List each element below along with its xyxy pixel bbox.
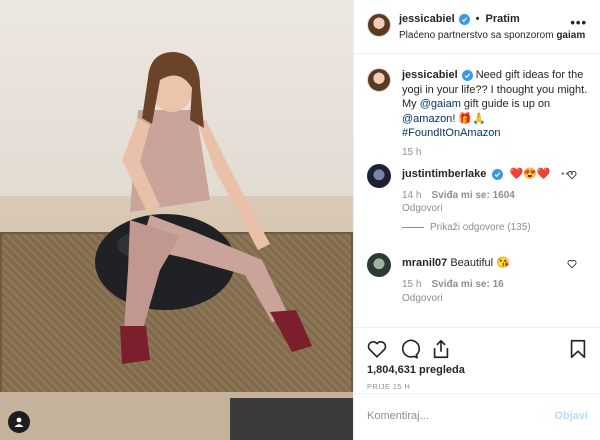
paid-partnership-line: Plaćeno partnerstvo sa sponzorom gaiam [399, 30, 585, 41]
commenter-avatar[interactable] [367, 253, 391, 277]
post-caption: jessicabiel Need gift ideas for the yogi… [402, 68, 590, 141]
reply-button[interactable]: Odgovori [402, 203, 443, 214]
reply-button[interactable]: Odgovori [402, 293, 443, 304]
author-avatar[interactable] [367, 13, 391, 37]
comment-timestamp[interactable]: 14 h [402, 190, 421, 201]
post-actions: 1,804,631 pregleda PRIJE 15 H [354, 327, 600, 393]
comment-meta: 15 h Sviđa mi se: 16 [402, 279, 504, 290]
view-replies-label[interactable]: Prikaži odgovore (135) [430, 222, 531, 233]
post-age[interactable]: PRIJE 15 H [367, 382, 410, 391]
mention-gaiam-link[interactable]: @gaiam [420, 98, 461, 110]
comment-composer: Objavi [354, 393, 600, 440]
caption-username[interactable]: jessicabiel [402, 69, 458, 81]
comment-text: Beautiful 😘 [450, 257, 510, 269]
sponsor-link[interactable]: gaiam [556, 30, 585, 41]
bookmark-icon[interactable] [567, 338, 589, 360]
post-media[interactable] [0, 0, 353, 440]
woman-on-exercise-ball-illustration [95, 52, 312, 364]
comment-likes-count[interactable]: Sviđa mi se: 16 [431, 279, 503, 290]
comment-like-heart-icon[interactable] [567, 170, 577, 180]
caption-text-part: ! 🎁🙏 [452, 112, 486, 125]
share-icon[interactable] [430, 338, 452, 360]
comment-likes-count[interactable]: Sviđa mi se: 1604 [431, 190, 514, 201]
commenter-avatar[interactable] [367, 164, 391, 188]
post-side-panel: jessicabiel • Pratim Plaćeno partnerstvo… [353, 0, 600, 440]
caption-timestamp[interactable]: 15 h [402, 147, 421, 158]
follow-button[interactable]: Pratim [486, 13, 520, 25]
comments-scroll-area[interactable]: jessicabiel Need gift ideas for the yogi… [354, 55, 600, 327]
author-username[interactable]: jessicabiel [399, 13, 455, 25]
verified-badge-icon [492, 169, 504, 180]
paid-partnership-label: Plaćeno partnerstvo sa sponzorom [399, 30, 554, 41]
post-comment-button[interactable]: Objavi [554, 410, 588, 422]
profile-tag-icon[interactable] [8, 411, 30, 433]
post-options-button[interactable]: ••• [570, 15, 587, 30]
view-replies-button[interactable]: Prikaži odgovore (135) [402, 222, 531, 233]
author-line: jessicabiel • Pratim [399, 13, 520, 25]
comment-input[interactable] [367, 410, 537, 422]
comment-timestamp[interactable]: 15 h [402, 279, 421, 290]
verified-badge-icon [458, 13, 470, 25]
hashtag-link[interactable]: #FoundItOnAmazon [402, 127, 500, 139]
heart-icon[interactable] [366, 338, 388, 360]
separator-dot: • [475, 13, 480, 25]
comment-line: mranil07 Beautiful 😘 [402, 256, 510, 269]
comment-username[interactable]: justintimberlake [402, 168, 486, 180]
verified-badge-icon [461, 70, 473, 81]
caption-text-part: gift guide is up on [460, 98, 551, 110]
mention-amazon-link[interactable]: @amazon [402, 113, 452, 125]
view-count[interactable]: 1,804,631 pregleda [367, 364, 465, 376]
replies-divider [402, 227, 424, 228]
post-header: jessicabiel • Pratim Plaćeno partnerstvo… [354, 0, 600, 54]
comment-text: ❤️😍❤️ [509, 168, 551, 180]
comment-icon[interactable] [398, 338, 420, 360]
comment-line: justintimberlake ❤️😍❤️ [402, 167, 551, 180]
comment-username[interactable]: mranil07 [402, 257, 447, 269]
comment-like-heart-icon[interactable] [567, 259, 577, 269]
caption-author-avatar[interactable] [367, 68, 391, 92]
comment-meta: 14 h Sviđa mi se: 1604 [402, 190, 515, 201]
